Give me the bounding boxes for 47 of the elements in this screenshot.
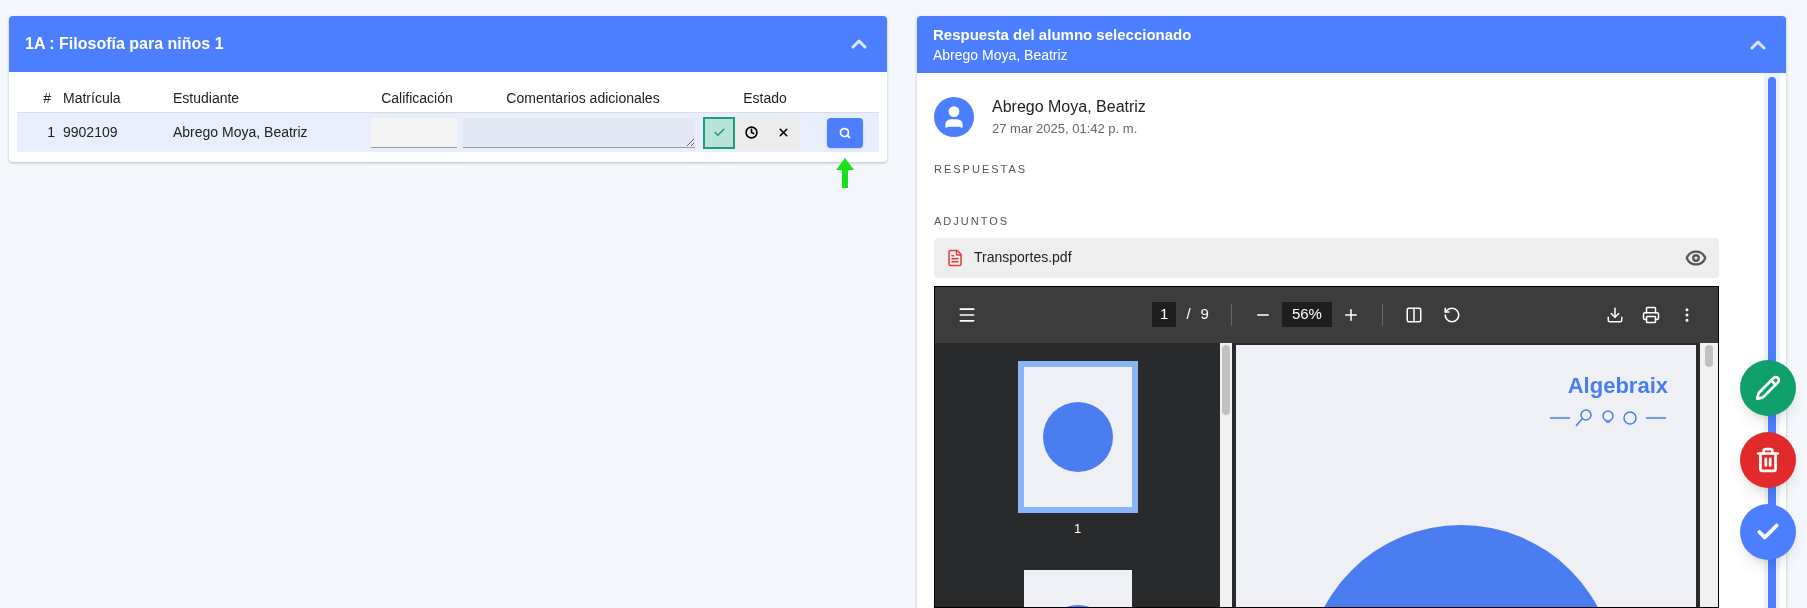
- grade-field[interactable]: [371, 117, 457, 148]
- card-subtitle: Abrego Moya, Beatriz: [933, 45, 1069, 65]
- author-name: Abrego Moya, Beatriz: [992, 97, 1146, 117]
- card-title: Respuesta del alumno seleccionado: [933, 24, 1192, 45]
- pencil-icon: [1755, 375, 1781, 401]
- section-label: ADJUNTOS: [934, 214, 1011, 229]
- submission-date: 27 mar 2025, 01:42 p. m.: [992, 120, 1139, 138]
- close-icon: [776, 126, 790, 139]
- trash-icon: [1755, 447, 1781, 473]
- comment-field[interactable]: [463, 117, 695, 148]
- edit-button[interactable]: [1740, 360, 1796, 416]
- page-count: 9: [1200, 304, 1209, 325]
- column-header: Calificación: [381, 88, 453, 108]
- clock-icon: [744, 126, 758, 139]
- print-icon[interactable]: [1642, 305, 1660, 324]
- status-button[interactable]: [735, 116, 767, 149]
- table-cell-text: 9902109: [62, 123, 119, 142]
- check-icon: [712, 126, 726, 139]
- scrollbar-thumb[interactable]: [1705, 344, 1713, 367]
- column-header: Estudiante: [172, 88, 241, 108]
- search-icon: [839, 126, 851, 139]
- attachment-item[interactable]: Transportes.pdf: [934, 237, 1719, 278]
- page-thumbnail[interactable]: [1017, 360, 1138, 513]
- pdf-file-icon: [946, 247, 964, 268]
- download-icon[interactable]: [1606, 305, 1624, 324]
- delete-button[interactable]: [1740, 432, 1796, 488]
- column-header: Matrícula: [62, 88, 122, 108]
- attachment-name: Transportes.pdf: [974, 248, 1073, 267]
- document-logo: Algebraix: [1567, 371, 1668, 400]
- arrow-icon: [836, 157, 854, 188]
- column-header: #: [43, 88, 52, 108]
- column-header: Estado: [743, 88, 787, 108]
- fit-page-icon[interactable]: [1404, 305, 1423, 324]
- page-number-field[interactable]: 1: [1152, 302, 1177, 327]
- confirm-button[interactable]: [1740, 504, 1796, 560]
- rotate-icon[interactable]: [1442, 305, 1461, 324]
- page-separator: /: [1186, 304, 1191, 325]
- zoom-field[interactable]: 56%: [1281, 302, 1332, 327]
- section-label: RESPUESTAS: [934, 161, 1029, 177]
- thumbnail-label: 1: [1073, 519, 1082, 538]
- search-button[interactable]: [827, 117, 863, 148]
- table-cell-text: 1: [47, 123, 56, 142]
- column-header: Comentarios adicionales: [506, 88, 660, 108]
- scrollbar-thumb[interactable]: [1222, 344, 1230, 415]
- avatar-icon: [934, 96, 974, 137]
- table-cell-text: Abrego Moya, Beatriz: [172, 123, 309, 142]
- card-title: 1A : Filosofía para niños 1: [25, 34, 224, 54]
